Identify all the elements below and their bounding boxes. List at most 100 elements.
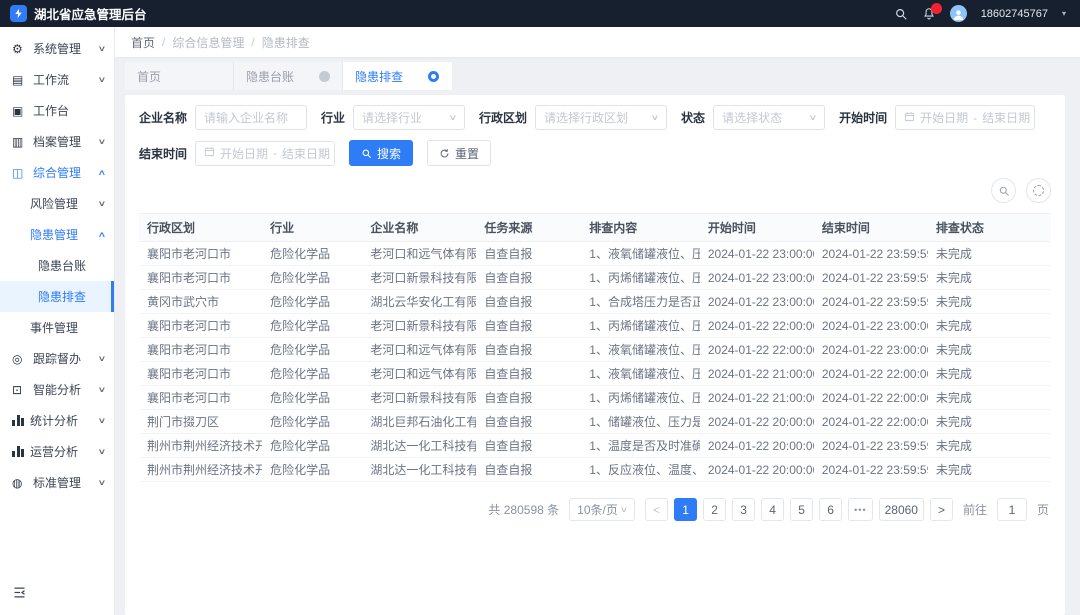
table-cell: 自查自报 (476, 242, 581, 266)
prev-page-button[interactable]: < (645, 498, 668, 521)
table-cell: 自查自报 (476, 362, 581, 386)
table-cell: 2024-01-22 23:00:00 (700, 290, 814, 314)
page-button-2[interactable]: 2 (703, 498, 726, 521)
breadcrumb-item[interactable]: 隐患排查 (262, 34, 310, 51)
sidebar-item-operations-analysis[interactable]: 运营分析∨ (0, 436, 114, 467)
sidebar-item-label: 工作台 (33, 102, 105, 119)
search-icon[interactable] (894, 7, 908, 21)
table-cell: 襄阳市老河口市 (139, 338, 262, 362)
workbench-icon: ▣ (12, 104, 27, 118)
page-size-select[interactable]: 10条/页∨ (569, 498, 635, 521)
sidebar-item-system-management[interactable]: ⚙系统管理∨ (0, 33, 114, 64)
tab-hidden-danger-check[interactable]: 隐患排查 (343, 62, 452, 90)
sidebar: ⚙系统管理∨▤工作流∨ ▣ 工作台 ▥档案管理∨◫综合管理∧风险管理∨隐患管理∧隐患台… (0, 27, 115, 615)
table-search-toggle-button[interactable] (991, 178, 1016, 203)
column-header: 行业 (262, 214, 362, 242)
tab-close-icon[interactable] (319, 71, 330, 82)
table-cell: 2024-01-22 20:00:00 (700, 410, 814, 434)
table-cell: 危险化学品 (262, 410, 362, 434)
sidebar-item-label: 事件管理 (30, 319, 105, 336)
sidebar-item-hidden-danger-check[interactable]: 隐患排查 (0, 281, 114, 312)
table-row: 襄阳市老河口市危险化学品老河口和远气体有限公司自查自报1、液氧储罐液位、压力..… (139, 362, 1051, 386)
sidebar-item-comprehensive-management[interactable]: ◫综合管理∧ (0, 157, 114, 188)
select-placeholder: 请选择行业 (362, 109, 422, 126)
industry-filter: 行业 请选择行业 ∨ (321, 105, 465, 130)
tab-close-icon[interactable] (428, 71, 439, 82)
sidebar-item-statistics-analysis[interactable]: 统计分析∨ (0, 405, 114, 436)
reset-button[interactable]: 重置 (427, 140, 491, 166)
filter-row-2: 结束时间 开始日期 - 结束日期 搜索 (139, 140, 1051, 166)
sidebar-item-hidden-danger-ledger[interactable]: 隐患台账 (0, 250, 114, 281)
user-phone[interactable]: 18602745767 (981, 8, 1048, 20)
chevron-down-icon[interactable]: ▾ (1062, 9, 1066, 18)
start-time-range-input[interactable]: 开始日期 - 结束日期 (895, 105, 1035, 130)
sidebar-item-risk-management[interactable]: 风险管理∨ (0, 188, 114, 219)
page-button-4[interactable]: 4 (761, 498, 784, 521)
search-button[interactable]: 搜索 (349, 140, 413, 166)
breadcrumb-item[interactable]: 综合信息管理 (172, 34, 244, 51)
sidebar-item-event-management[interactable]: 事件管理 (0, 312, 114, 343)
page-button-1[interactable]: 1 (674, 498, 697, 521)
status-select[interactable]: 请选择状态 ∨ (713, 105, 825, 130)
chevron-down-icon: ∨ (98, 137, 107, 146)
region-select[interactable]: 请选择行政区划 ∨ (535, 105, 667, 130)
page-button-3[interactable]: 3 (732, 498, 755, 521)
tab-home[interactable]: 首页 (125, 62, 234, 90)
collapse-sidebar-icon[interactable] (12, 589, 27, 603)
main-layout: ⚙系统管理∨▤工作流∨▣工作台▥档案管理∨◫综合管理∧风险管理∨隐患管理∧隐患台… (0, 27, 1080, 615)
sidebar-item-tracking-supervision[interactable]: ◎跟踪督办∨ (0, 343, 114, 374)
page-ellipsis[interactable]: ••• (848, 498, 872, 521)
chevron-up-icon: ∧ (98, 230, 107, 239)
user-avatar[interactable] (950, 5, 967, 22)
jump-page-input[interactable]: 1 (997, 498, 1027, 521)
end-time-range-input[interactable]: 开始日期 - 结束日期 (195, 141, 335, 166)
breadcrumb-item[interactable]: 首页 (131, 34, 155, 51)
table-cell: 2024-01-22 22:00:00 (700, 314, 814, 338)
table-cell: 湖北云华安化工有限公司 (362, 290, 476, 314)
sidebar-item-workflow[interactable]: ▤工作流∨ (0, 64, 114, 95)
table-cell: 未完成 (928, 338, 1051, 362)
header-actions: 18602745767 ▾ (894, 5, 1066, 22)
table-cell: 襄阳市老河口市 (139, 242, 262, 266)
sidebar-item-label: 隐患排查 (38, 288, 105, 305)
notification-bell-icon[interactable] (922, 7, 936, 21)
industry-select[interactable]: 请选择行业 ∨ (353, 105, 465, 130)
search-button-label: 搜索 (377, 145, 401, 162)
table-cell: 1、反应液位、温度、压... (581, 458, 700, 482)
sidebar-item-standard-management[interactable]: ◍标准管理∨ (0, 467, 114, 498)
sidebar-item-smart-analysis[interactable]: ⊡智能分析∨ (0, 374, 114, 405)
table-cell: 1、温度是否及时准确记... (581, 434, 700, 458)
calendar-icon (204, 146, 215, 160)
table-refresh-button[interactable] (1026, 178, 1051, 203)
company-name-input[interactable]: 请输入企业名称 (195, 105, 307, 130)
table-cell: 未完成 (928, 386, 1051, 410)
table-cell: 2024-01-22 21:00:00 (700, 386, 814, 410)
jump-prefix-label: 前往 (963, 501, 987, 518)
content-area: 首页/综合信息管理/隐患排查 首页隐患台账隐患排查 企业名称 请输入企业名称 行… (115, 27, 1080, 615)
table-cell: 2024-01-22 23:59:59 (814, 242, 928, 266)
table-cell: 自查自报 (476, 458, 581, 482)
table-cell: 1、丙烯储罐液位、压力... (581, 266, 700, 290)
page-button-28060[interactable]: 28060 (879, 498, 924, 521)
sidebar-item-label: 系统管理 (33, 40, 99, 57)
start-time-filter: 开始时间 开始日期 - 结束日期 (839, 105, 1035, 130)
page-button-6[interactable]: 6 (819, 498, 842, 521)
start-time-label: 开始时间 (839, 109, 887, 126)
sidebar-menu: ⚙系统管理∨▤工作流∨ ▣ 工作台 ▥档案管理∨◫综合管理∧风险管理∨隐患管理∧隐患台… (0, 33, 114, 498)
table-cell: 2024-01-22 23:59:59 (814, 266, 928, 290)
sidebar-item-workbench[interactable]: ▣ 工作台 (0, 95, 114, 126)
table-cell: 2024-01-22 23:59:59 (814, 458, 928, 482)
next-page-button[interactable]: > (930, 498, 953, 521)
table-cell: 1、液氧储罐液位、压力... (581, 242, 700, 266)
page-button-5[interactable]: 5 (790, 498, 813, 521)
company-name-filter: 企业名称 请输入企业名称 (139, 105, 307, 130)
column-header: 排查状态 (928, 214, 1051, 242)
table-cell: 危险化学品 (262, 338, 362, 362)
sidebar-item-hidden-danger-management[interactable]: 隐患管理∧ (0, 219, 114, 250)
tab-hidden-danger-ledger[interactable]: 隐患台账 (234, 62, 343, 90)
table-cell: 2024-01-22 23:00:00 (814, 314, 928, 338)
sidebar-item-archive-management[interactable]: ▥档案管理∨ (0, 126, 114, 157)
sidebar-item-label: 档案管理 (33, 133, 99, 150)
workflow-icon: ▤ (12, 73, 27, 87)
app-title: 湖北省应急管理后台 (34, 4, 147, 23)
